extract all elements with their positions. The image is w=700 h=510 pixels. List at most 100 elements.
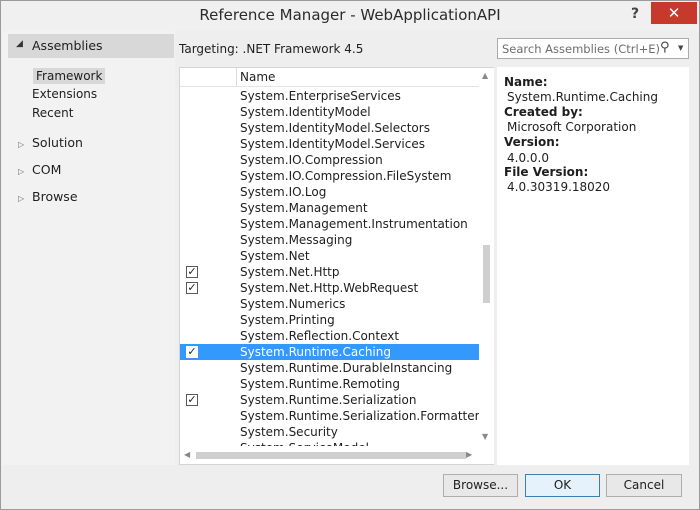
list-item[interactable]: System.Management — [180, 200, 479, 216]
browse-button[interactable]: Browse... — [443, 474, 518, 497]
cancel-button[interactable]: Cancel — [606, 474, 682, 497]
assembly-name: System.Management — [240, 201, 368, 215]
assembly-name: System.Printing — [240, 313, 335, 327]
detail-version-label: Version: — [504, 135, 560, 149]
nav-item-com[interactable]: ▷ COM — [18, 162, 61, 177]
list-item[interactable]: System.EnterpriseServices — [180, 88, 479, 104]
scroll-down-icon[interactable]: ▼ — [482, 432, 488, 441]
assembly-name: System.IO.Log — [240, 185, 327, 199]
assembly-name: System.ServiceModel — [240, 440, 369, 446]
ok-button[interactable]: OK — [525, 474, 600, 497]
scroll-left-icon[interactable]: ◀ — [184, 450, 190, 459]
category-nav: ◢ Assemblies Framework Extensions Recent… — [2, 31, 175, 465]
scroll-right-icon[interactable]: ▶ — [466, 450, 472, 459]
list-item[interactable]: ✓ System.Net.Http — [180, 264, 479, 280]
detail-file-version-label: File Version: — [504, 165, 589, 179]
detail-name-value: System.Runtime.Caching — [507, 90, 658, 104]
assembly-name: System.EnterpriseServices — [240, 89, 401, 103]
assembly-name: System.Net.Http — [240, 265, 340, 279]
assembly-name: System.Messaging — [240, 233, 353, 247]
nav-item-solution[interactable]: ▷ Solution — [18, 135, 83, 150]
list-item[interactable]: System.IO.Compression.FileSystem — [180, 168, 479, 184]
assembly-name: System.Runtime.Serialization.Formatters.… — [240, 409, 479, 423]
assembly-name: System.IdentityModel — [240, 105, 371, 119]
window-title: Reference Manager - WebApplicationAPI — [199, 6, 501, 24]
detail-version-value: 4.0.0.0 — [507, 151, 549, 165]
list-header: Name — [180, 68, 479, 87]
collapsed-triangle-icon: ▷ — [18, 194, 25, 203]
list-item[interactable]: System.Runtime.Remoting — [180, 376, 479, 392]
assembly-list[interactable]: Name System.EnterpriseServices System.Ide… — [179, 67, 494, 465]
list-item[interactable]: System.Printing — [180, 312, 479, 328]
checkbox[interactable]: ✓ — [186, 266, 198, 278]
nav-subitem-extensions[interactable]: Extensions — [32, 87, 97, 101]
assembly-name: System.Runtime.DurableInstancing — [240, 361, 453, 375]
list-item[interactable]: System.IdentityModel — [180, 104, 479, 120]
list-item[interactable]: System.Security — [180, 424, 479, 440]
collapsed-triangle-icon: ▷ — [18, 167, 25, 176]
close-button[interactable]: ✕ — [651, 2, 697, 24]
reference-manager-window: Reference Manager - WebApplicationAPI ? … — [0, 0, 700, 510]
column-header-name[interactable]: Name — [240, 70, 275, 84]
detail-created-label: Created by: — [504, 105, 583, 119]
detail-name-label: Name: — [504, 75, 548, 89]
list-rows: System.EnterpriseServices System.Identity… — [180, 88, 479, 446]
list-item[interactable]: System.Runtime.Serialization.Formatters.… — [180, 408, 479, 424]
horizontal-scrollbar[interactable]: ◀ ▶ — [180, 447, 479, 464]
nav-item-label: Browse — [32, 189, 78, 204]
details-pane: Name: System.Runtime.Caching Created by:… — [497, 67, 689, 465]
list-item[interactable]: System.Messaging — [180, 232, 479, 248]
vertical-scroll-thumb[interactable] — [483, 245, 490, 303]
horizontal-scroll-thumb[interactable] — [196, 452, 466, 459]
assembly-name: System.IO.Compression — [240, 153, 383, 167]
nav-item-assemblies[interactable]: ◢ Assemblies — [8, 34, 174, 58]
help-button[interactable]: ? — [625, 3, 645, 25]
list-item[interactable]: System.ServiceModel — [180, 440, 479, 446]
checkbox[interactable]: ✓ — [186, 282, 198, 294]
nav-item-label: COM — [32, 162, 62, 177]
checkbox[interactable]: ✓ — [186, 346, 198, 358]
assembly-name: System.Net.Http.WebRequest — [240, 281, 419, 295]
assembly-name: System.IdentityModel.Selectors — [240, 121, 430, 135]
checkbox[interactable]: ✓ — [186, 394, 198, 406]
search-assemblies-box[interactable]: Search Assemblies (Ctrl+E) ⚲ ▼ — [497, 38, 689, 59]
nav-subitem-recent[interactable]: Recent — [32, 106, 73, 120]
list-item[interactable]: ✓ System.Runtime.Serialization — [180, 392, 479, 408]
search-icon[interactable]: ⚲ — [660, 40, 670, 55]
list-item[interactable]: System.IO.Log — [180, 184, 479, 200]
list-item[interactable]: System.Numerics — [180, 296, 479, 312]
assembly-name: System.Net — [240, 249, 310, 263]
nav-item-label: Assemblies — [32, 38, 103, 53]
assembly-name: System.IO.Compression.FileSystem — [240, 169, 452, 183]
column-separator[interactable] — [236, 68, 237, 87]
vertical-scrollbar[interactable]: ▲ ▼ — [479, 68, 494, 464]
assembly-name: System.Security — [240, 425, 338, 439]
list-item[interactable]: System.Runtime.DurableInstancing — [180, 360, 479, 376]
targeting-label: Targeting: .NET Framework 4.5 — [179, 42, 364, 56]
detail-created-value: Microsoft Corporation — [507, 120, 637, 134]
assembly-name: System.Runtime.Remoting — [240, 377, 400, 391]
chevron-down-icon[interactable]: ▼ — [678, 44, 683, 52]
assembly-name: System.Reflection.Context — [240, 329, 400, 343]
search-input[interactable]: Search Assemblies (Ctrl+E) — [502, 42, 660, 56]
assembly-name: System.IdentityModel.Services — [240, 137, 425, 151]
scroll-up-icon[interactable]: ▲ — [482, 71, 488, 80]
list-item[interactable]: System.IdentityModel.Selectors — [180, 120, 479, 136]
detail-file-version-value: 4.0.30319.18020 — [507, 180, 611, 194]
nav-subitem-framework[interactable]: Framework — [33, 68, 106, 84]
list-item[interactable]: System.Reflection.Context — [180, 328, 479, 344]
title-bar: Reference Manager - WebApplicationAPI ? … — [1, 1, 699, 31]
assembly-name: System.Runtime.Serialization — [240, 393, 417, 407]
assembly-name: System.Management.Instrumentation — [240, 217, 468, 231]
list-item[interactable]: System.IdentityModel.Services — [180, 136, 479, 152]
list-item[interactable]: ✓ System.Net.Http.WebRequest — [180, 280, 479, 296]
nav-item-browse[interactable]: ▷ Browse — [18, 189, 78, 204]
list-item[interactable]: System.Management.Instrumentation — [180, 216, 479, 232]
list-item[interactable]: ✓ System.Runtime.Caching — [180, 344, 479, 360]
list-item[interactable]: System.IO.Compression — [180, 152, 479, 168]
assembly-name: System.Runtime.Caching — [240, 345, 391, 359]
list-item[interactable]: System.Net — [180, 248, 479, 264]
collapsed-triangle-icon: ▷ — [18, 140, 25, 149]
assembly-name: System.Numerics — [240, 297, 346, 311]
nav-item-label: Solution — [32, 135, 83, 150]
